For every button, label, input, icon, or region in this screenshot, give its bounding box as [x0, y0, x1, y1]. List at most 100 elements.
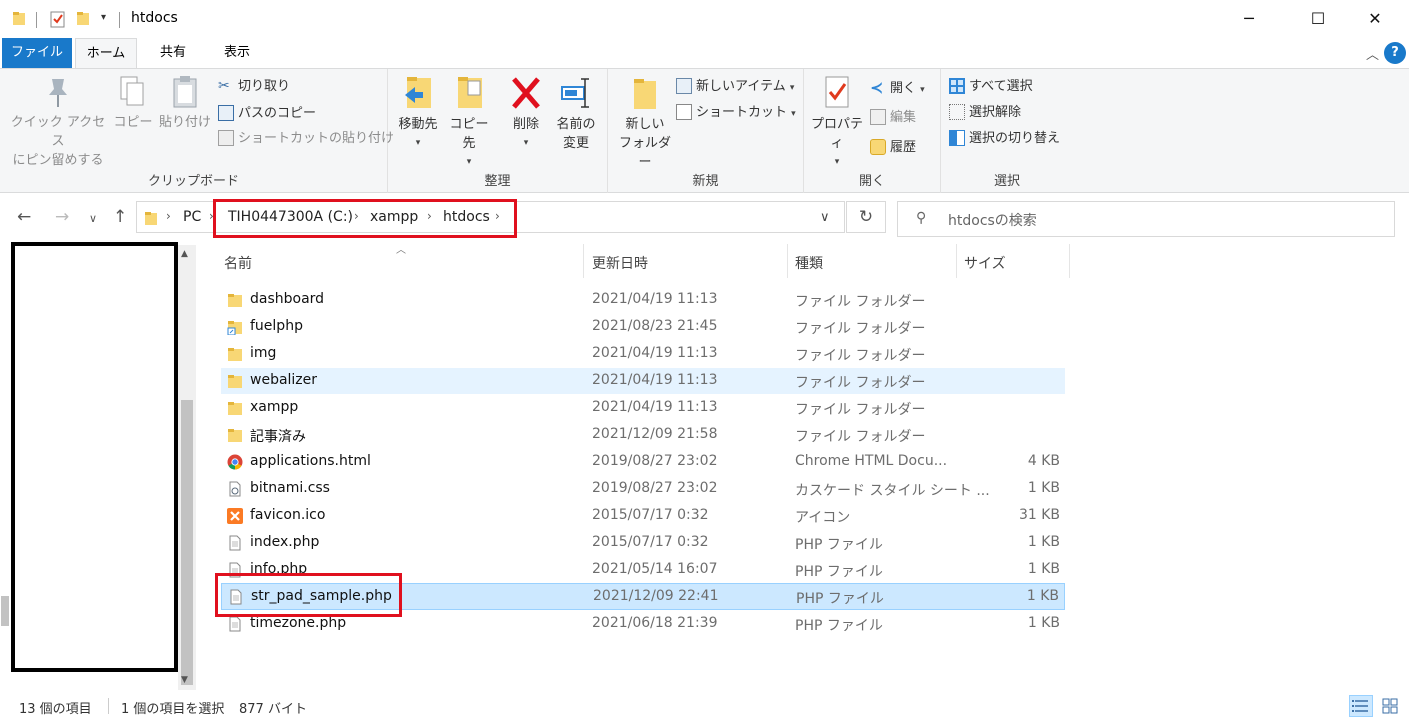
search-box[interactable]: ⚲ htdocsの検索: [897, 201, 1395, 237]
quick-access-dropdown-icon[interactable]: ▾: [101, 12, 106, 23]
invert-selection-button[interactable]: 選択の切り替え: [949, 127, 1060, 151]
new-folder-icon[interactable]: [76, 10, 90, 26]
list-item[interactable]: fuelphp 2021/08/23 21:45 ファイル フォルダー: [221, 314, 1065, 340]
pin-quick-access-button[interactable]: クイック アクセス にピン留めする: [8, 73, 108, 170]
delete-button[interactable]: 削除 ▾: [501, 73, 551, 153]
refresh-button[interactable]: ↻: [846, 201, 886, 233]
list-item[interactable]: dashboard 2021/04/19 11:13 ファイル フォルダー: [221, 287, 1065, 313]
pin-label-line1: クイック アクセス: [10, 115, 106, 149]
nav-pane-scrollbar[interactable]: ▲ ▼: [178, 245, 196, 690]
column-divider[interactable]: [787, 244, 788, 278]
column-divider[interactable]: [1069, 244, 1070, 278]
file-size: 4 KB: [1027, 453, 1060, 469]
help-button[interactable]: ?: [1384, 42, 1406, 64]
list-item[interactable]: img 2021/04/19 11:13 ファイル フォルダー: [221, 341, 1065, 367]
new-item-label: 新しいアイテム: [696, 79, 786, 94]
title-bar: ▾ htdocs ─ ☐ ✕: [0, 0, 1409, 38]
delete-label: 削除: [512, 117, 539, 132]
large-icons-view-button[interactable]: [1378, 695, 1402, 717]
clipboard-group: クイック アクセス にピン留めする コピー 貼り付け ✂ 切り取り パスのコピー …: [0, 69, 394, 193]
rename-button[interactable]: 名前の 変更: [551, 73, 601, 153]
scroll-down-icon[interactable]: ▼: [181, 675, 188, 685]
open-group-label: 開く: [858, 174, 885, 189]
minimize-button[interactable]: ─: [1226, 0, 1272, 38]
list-item[interactable]: bitnami.css 2019/08/27 23:02 カスケード スタイル …: [221, 476, 1065, 502]
column-name[interactable]: 名前: [224, 253, 252, 273]
paste-shortcut-label: ショートカットの貼り付け: [238, 131, 395, 146]
shortcut-button[interactable]: ショートカット ▾: [676, 101, 796, 125]
select-none-button[interactable]: 選択解除: [949, 101, 1021, 125]
pin-icon: [49, 79, 67, 107]
details-view-button[interactable]: [1349, 695, 1373, 717]
properties-label: プロパティ: [810, 117, 863, 151]
paste-shortcut-button[interactable]: ショートカットの貼り付け: [218, 127, 394, 151]
list-item[interactable]: applications.html 2019/08/27 23:02 Chrom…: [221, 449, 1065, 475]
column-date[interactable]: 更新日時: [592, 253, 648, 273]
collapse-ribbon-icon[interactable]: ︿: [1366, 44, 1379, 63]
recent-locations-chevron-icon[interactable]: ∨: [89, 212, 97, 225]
properties-button[interactable]: プロパティ ▾: [808, 73, 866, 172]
list-item[interactable]: favicon.ico 2015/07/17 0:32 アイコン 31 KB: [221, 503, 1065, 529]
details-view-icon: [1352, 700, 1368, 712]
new-item-button[interactable]: 新しいアイテム ▾: [676, 75, 794, 99]
scroll-up-icon[interactable]: ▲: [181, 249, 188, 259]
list-item[interactable]: 記事済み 2021/12/09 21:58 ファイル フォルダー: [221, 422, 1065, 448]
new-folder-button[interactable]: 新しい フォルダー: [613, 73, 677, 172]
tab-share[interactable]: 共有: [144, 38, 202, 68]
move-to-dropdown-icon: ▾: [415, 138, 421, 148]
column-type[interactable]: 種類: [795, 253, 823, 273]
maximize-button[interactable]: ☐: [1295, 0, 1341, 38]
file-type: PHP ファイル: [795, 537, 883, 553]
rename-label-line1: 名前の: [556, 117, 596, 132]
select-all-button[interactable]: すべて選択: [949, 75, 1033, 99]
list-item[interactable]: webalizer 2021/04/19 11:13 ファイル フォルダー: [221, 368, 1065, 394]
move-to-button[interactable]: 移動先 ▾: [393, 73, 443, 153]
column-divider[interactable]: [583, 244, 584, 278]
folder-icon[interactable]: [12, 10, 26, 26]
new-folder-label-line1: 新しい: [625, 117, 665, 132]
open-button[interactable]: ≺ 開く ▾: [870, 77, 925, 101]
scrollbar-thumb[interactable]: [181, 400, 193, 685]
address-history-chevron-icon[interactable]: ∨: [820, 210, 830, 225]
paste-button[interactable]: 貼り付け: [158, 73, 212, 132]
copy-to-button[interactable]: コピー先 ▾: [444, 73, 494, 172]
up-arrow-icon[interactable]: ↑: [113, 207, 127, 227]
file-type: ファイル フォルダー: [795, 321, 926, 337]
close-button[interactable]: ✕: [1352, 0, 1398, 38]
back-arrow-icon[interactable]: ←: [17, 207, 31, 227]
new-group-label: 新規: [692, 174, 719, 189]
file-date: 2021/04/19 11:13: [592, 291, 718, 307]
forward-arrow-icon[interactable]: →: [55, 207, 69, 227]
edit-button[interactable]: 編集: [870, 106, 916, 130]
copy-path-button[interactable]: パスのコピー: [218, 102, 316, 126]
file-name: index.php: [250, 534, 320, 550]
file-size: 1 KB: [1027, 534, 1060, 550]
refresh-icon: ↻: [858, 207, 874, 227]
new-folder-icon: [634, 79, 656, 109]
file-name: xampp: [250, 399, 299, 415]
file-name: bitnami.css: [250, 480, 330, 496]
copy-button[interactable]: コピー: [113, 73, 153, 132]
open-dropdown-icon: ▾: [920, 85, 925, 95]
column-size[interactable]: サイズ: [964, 253, 1006, 273]
properties-check-icon[interactable]: [49, 10, 67, 28]
tab-file[interactable]: ファイル: [2, 38, 72, 68]
file-type: PHP ファイル: [796, 591, 884, 607]
tab-home[interactable]: ホーム: [75, 38, 137, 68]
new-item-dropdown-icon: ▾: [789, 83, 795, 93]
file-type: ファイル フォルダー: [795, 429, 926, 445]
tab-view[interactable]: 表示: [208, 38, 266, 68]
list-item[interactable]: xampp 2021/04/19 11:13 ファイル フォルダー: [221, 395, 1065, 421]
list-item[interactable]: index.php 2015/07/17 0:32 PHP ファイル 1 KB: [221, 530, 1065, 556]
organize-group-label: 整理: [484, 174, 511, 189]
breadcrumb-pc[interactable]: PC: [183, 209, 201, 225]
history-button[interactable]: 履歴: [870, 136, 916, 160]
column-headers: 名前 更新日時 種類 サイズ: [219, 241, 1070, 281]
scissors-icon: ✂: [218, 77, 230, 94]
item-count: 13 個の項目: [19, 702, 92, 717]
cut-button[interactable]: ✂ 切り取り: [218, 75, 290, 99]
breadcrumb-chevron-icon[interactable]: ›: [166, 209, 171, 223]
copy-icon: [120, 76, 144, 106]
column-divider[interactable]: [956, 244, 957, 278]
nav-pane-splitter[interactable]: [1, 596, 9, 626]
